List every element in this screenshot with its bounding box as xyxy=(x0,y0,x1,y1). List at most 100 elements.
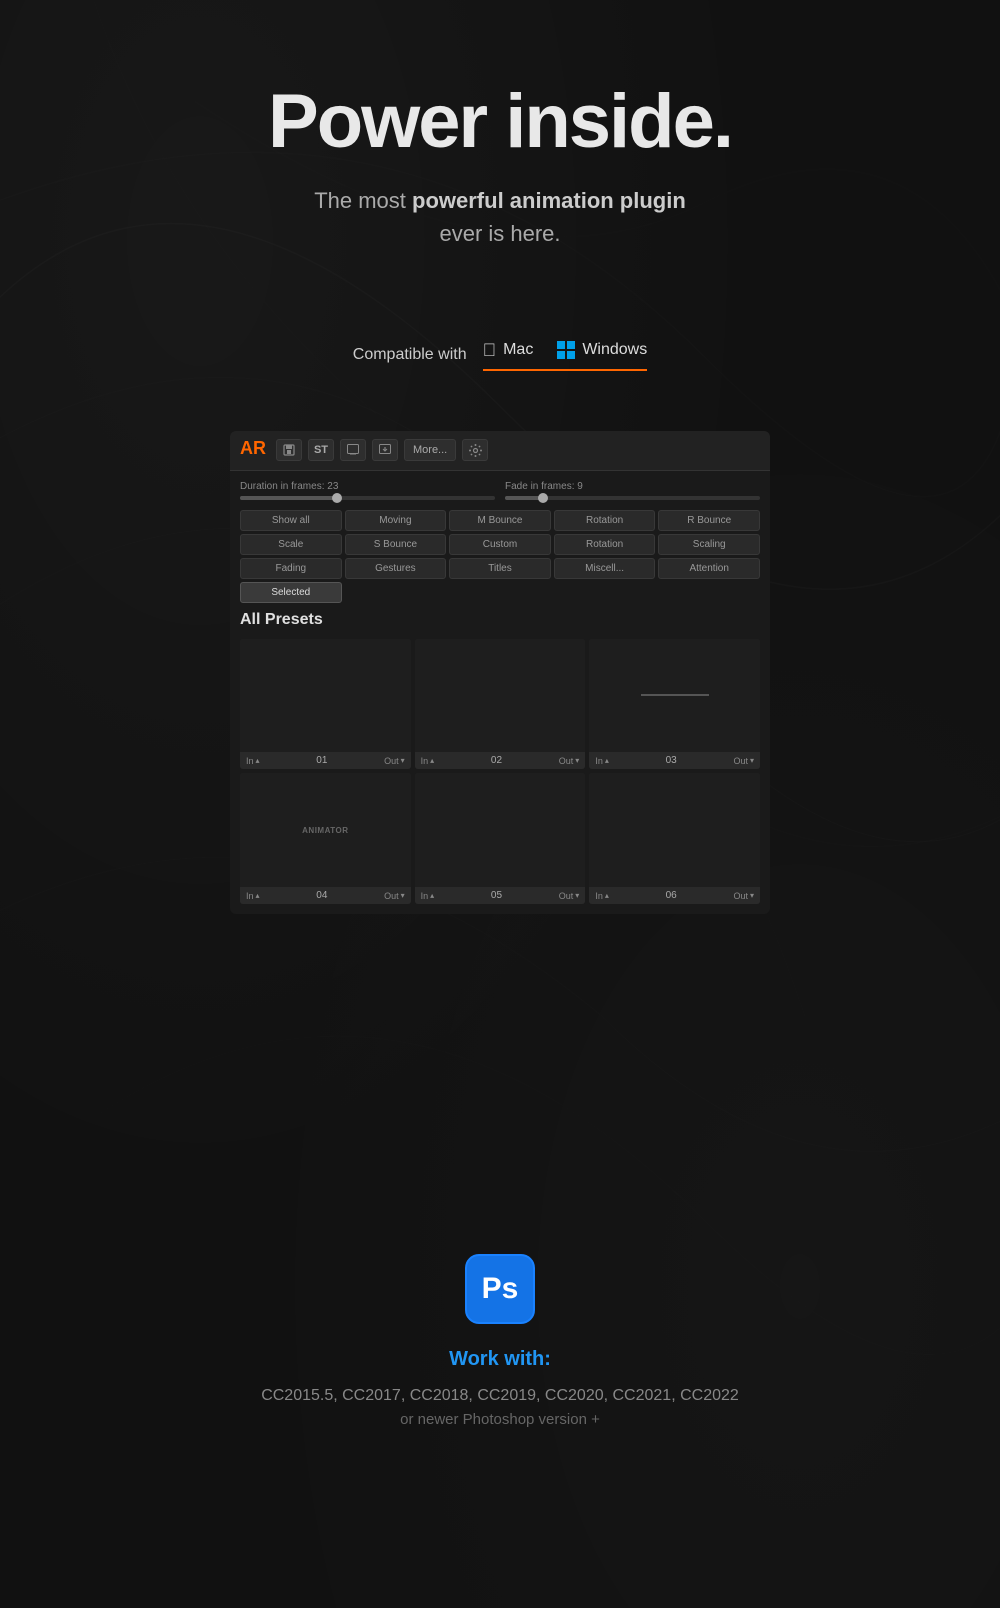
bottom-section: Ps Work with: CC2015.5, CC2017, CC2018, … xyxy=(0,1194,1000,1508)
subtitle-bold: powerful animation plugin xyxy=(412,188,686,213)
compatible-items:  Mac Windows xyxy=(483,340,648,371)
toolbar-preview-btn[interactable] xyxy=(340,439,366,461)
duration-track[interactable] xyxy=(240,496,495,500)
preset-preview-06 xyxy=(589,773,760,887)
filter-grid: Show all Moving M Bounce Rotation R Boun… xyxy=(240,510,760,603)
in-arrow-01: ▴ xyxy=(256,756,260,765)
preset-number-03: 03 xyxy=(666,755,677,766)
plugin-panel: AR ST xyxy=(230,431,770,915)
toolbar-more-btn[interactable]: More... xyxy=(404,439,456,461)
preset-out-03[interactable]: Out ▾ xyxy=(733,756,754,766)
preset-preview-05 xyxy=(415,773,586,887)
preset-in-01[interactable]: In ▴ xyxy=(246,756,260,766)
duration-thumb[interactable] xyxy=(332,493,342,503)
subtitle-line2: ever is here. xyxy=(439,221,560,246)
svg-text:AR: AR xyxy=(240,438,266,458)
filter-selected[interactable]: Selected xyxy=(240,582,342,603)
panel-toolbar: AR ST xyxy=(230,431,770,471)
in-arrow-05: ▴ xyxy=(430,891,434,900)
preset-number-01: 01 xyxy=(316,755,327,766)
plugin-panel-wrapper: AR ST xyxy=(0,431,1000,915)
preset-out-05[interactable]: Out ▾ xyxy=(559,891,580,901)
preset-grid-row2: ANIMATOR In ▴ 04 Out ▾ In ▴ 05 xyxy=(240,773,760,904)
photoshop-icon: Ps xyxy=(465,1254,535,1324)
preset-in-02[interactable]: In ▴ xyxy=(421,756,435,766)
save-icon xyxy=(283,444,295,456)
preset-item-04: ANIMATOR In ▴ 04 Out ▾ xyxy=(240,773,411,904)
versions-sub: or newer Photoshop version + xyxy=(20,1411,980,1428)
preset-in-04[interactable]: In ▴ xyxy=(246,891,260,901)
subtitle-line1: The most powerful animation plugin xyxy=(314,188,686,213)
toolbar-save-btn[interactable] xyxy=(276,439,302,461)
filter-rotation2[interactable]: Rotation xyxy=(554,534,656,555)
in-arrow-04: ▴ xyxy=(256,891,260,900)
duration-label: Duration in frames: 23 xyxy=(240,481,495,492)
preset-controls-02: In ▴ 02 Out ▾ xyxy=(415,752,586,769)
filter-scale[interactable]: Scale xyxy=(240,534,342,555)
preset-in-05[interactable]: In ▴ xyxy=(421,891,435,901)
fade-label: Fade in frames: 9 xyxy=(505,481,760,492)
filter-rotation[interactable]: Rotation xyxy=(554,510,656,531)
in-arrow-03: ▴ xyxy=(605,756,609,765)
preset-grid-row1: In ▴ 01 Out ▾ In ▴ 02 Out ▾ xyxy=(240,639,760,770)
out-arrow-06: ▾ xyxy=(750,891,754,900)
filter-titles[interactable]: Titles xyxy=(449,558,551,579)
filter-m-bounce[interactable]: M Bounce xyxy=(449,510,551,531)
fade-slider-group: Fade in frames: 9 xyxy=(505,481,760,500)
preset-out-02[interactable]: Out ▾ xyxy=(559,756,580,766)
preset-controls-06: In ▴ 06 Out ▾ xyxy=(589,887,760,904)
preset-out-06[interactable]: Out ▾ xyxy=(733,891,754,901)
preset-controls-05: In ▴ 05 Out ▾ xyxy=(415,887,586,904)
fade-track[interactable] xyxy=(505,496,760,500)
filter-r-bounce[interactable]: R Bounce xyxy=(658,510,760,531)
preset-number-02: 02 xyxy=(491,755,502,766)
toolbar-export-btn[interactable] xyxy=(372,439,398,461)
preset-preview-04: ANIMATOR xyxy=(240,773,411,887)
filter-miscell[interactable]: Miscell... xyxy=(554,558,656,579)
ps-label: Ps xyxy=(482,1272,519,1306)
preset-preview-03 xyxy=(589,639,760,753)
spacer-bottom xyxy=(0,1508,1000,1608)
out-arrow-01: ▾ xyxy=(401,756,405,765)
toolbar-logo[interactable]: AR xyxy=(240,437,266,464)
windows-label: Windows xyxy=(582,341,647,359)
preview-line-03 xyxy=(641,694,709,696)
section-title: All Presets xyxy=(240,611,760,629)
versions-text: CC2015.5, CC2017, CC2018, CC2019, CC2020… xyxy=(20,1387,980,1405)
preset-number-04: 04 xyxy=(316,890,327,901)
windows-icon xyxy=(557,341,575,359)
animator-label: ANIMATOR xyxy=(302,826,348,835)
filter-s-bounce[interactable]: S Bounce xyxy=(345,534,447,555)
preset-preview-01 xyxy=(240,639,411,753)
mac-label: Mac xyxy=(503,341,533,359)
preset-preview-02 xyxy=(415,639,586,753)
hero-title: Power inside. xyxy=(20,80,980,164)
duration-fill xyxy=(240,496,337,500)
filter-moving[interactable]: Moving xyxy=(345,510,447,531)
toolbar-st-btn[interactable]: ST xyxy=(308,439,334,461)
filter-fading[interactable]: Fading xyxy=(240,558,342,579)
preset-controls-01: In ▴ 01 Out ▾ xyxy=(240,752,411,769)
preset-controls-03: In ▴ 03 Out ▾ xyxy=(589,752,760,769)
filter-scaling[interactable]: Scaling xyxy=(658,534,760,555)
preset-out-01[interactable]: Out ▾ xyxy=(384,756,405,766)
preset-in-06[interactable]: In ▴ xyxy=(595,891,609,901)
preset-item-05: In ▴ 05 Out ▾ xyxy=(415,773,586,904)
filter-gestures[interactable]: Gestures xyxy=(345,558,447,579)
preset-number-06: 06 xyxy=(666,890,677,901)
compatible-bar: Compatible with  Mac Windows xyxy=(0,340,1000,371)
fade-thumb[interactable] xyxy=(538,493,548,503)
preset-out-04[interactable]: Out ▾ xyxy=(384,891,405,901)
duration-slider-group: Duration in frames: 23 xyxy=(240,481,495,500)
preset-item-01: In ▴ 01 Out ▾ xyxy=(240,639,411,770)
preset-in-03[interactable]: In ▴ xyxy=(595,756,609,766)
preset-item-02: In ▴ 02 Out ▾ xyxy=(415,639,586,770)
toolbar-gear-btn[interactable] xyxy=(462,439,488,461)
out-arrow-04: ▾ xyxy=(401,891,405,900)
filter-custom[interactable]: Custom xyxy=(449,534,551,555)
preview-icon xyxy=(347,444,359,456)
filter-show-all[interactable]: Show all xyxy=(240,510,342,531)
filter-attention[interactable]: Attention xyxy=(658,558,760,579)
preset-item-06: In ▴ 06 Out ▾ xyxy=(589,773,760,904)
spacer-middle xyxy=(0,994,1000,1194)
